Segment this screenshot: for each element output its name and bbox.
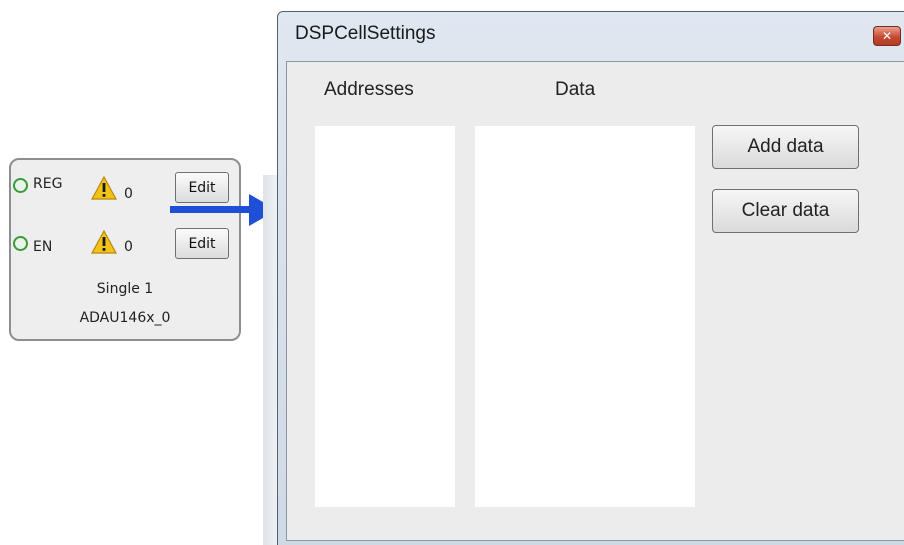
window-title: DSPCellSettings — [295, 23, 436, 44]
clear-data-button[interactable]: Clear data — [712, 189, 859, 233]
green-led-icon — [13, 236, 28, 251]
warning-triangle-icon — [91, 176, 117, 200]
edit-button-en[interactable]: Edit — [175, 228, 229, 259]
cell-name: Single 1 — [96, 281, 154, 297]
data-list[interactable] — [475, 126, 695, 507]
addresses-list[interactable] — [315, 126, 455, 507]
en-row: EN 0 Edit — [11, 228, 239, 259]
pin-label-en: EN — [33, 239, 53, 255]
cell-chip-name: ADAU146x_0 — [79, 310, 171, 326]
warning-count-reg: 0 — [124, 186, 133, 202]
green-led-icon — [13, 178, 28, 193]
data-header: Data — [555, 79, 596, 100]
addresses-header: Addresses — [324, 79, 414, 100]
arrow-shaft — [170, 206, 252, 213]
window-shadow — [263, 175, 277, 545]
close-icon: ✕ — [881, 29, 893, 43]
warning-triangle-icon — [91, 230, 117, 254]
stage: REG 0 Edit EN 0 Edit Single 1 ADAU146x_0 — [0, 0, 904, 545]
dsp-cell-settings-window: DSPCellSettings ✕ Addresses Data Add dat… — [277, 11, 904, 545]
edit-button-reg[interactable]: Edit — [175, 172, 229, 203]
warning-count-en: 0 — [124, 239, 133, 255]
close-button[interactable]: ✕ — [873, 26, 901, 46]
dsp-cell-block[interactable]: REG 0 Edit EN 0 Edit Single 1 ADAU146x_0 — [9, 158, 241, 341]
window-client-area: Addresses Data Add data Clear data — [286, 61, 904, 541]
pin-label-reg: REG — [33, 176, 63, 192]
add-data-button[interactable]: Add data — [712, 125, 859, 169]
reg-row: REG 0 Edit — [11, 172, 239, 203]
